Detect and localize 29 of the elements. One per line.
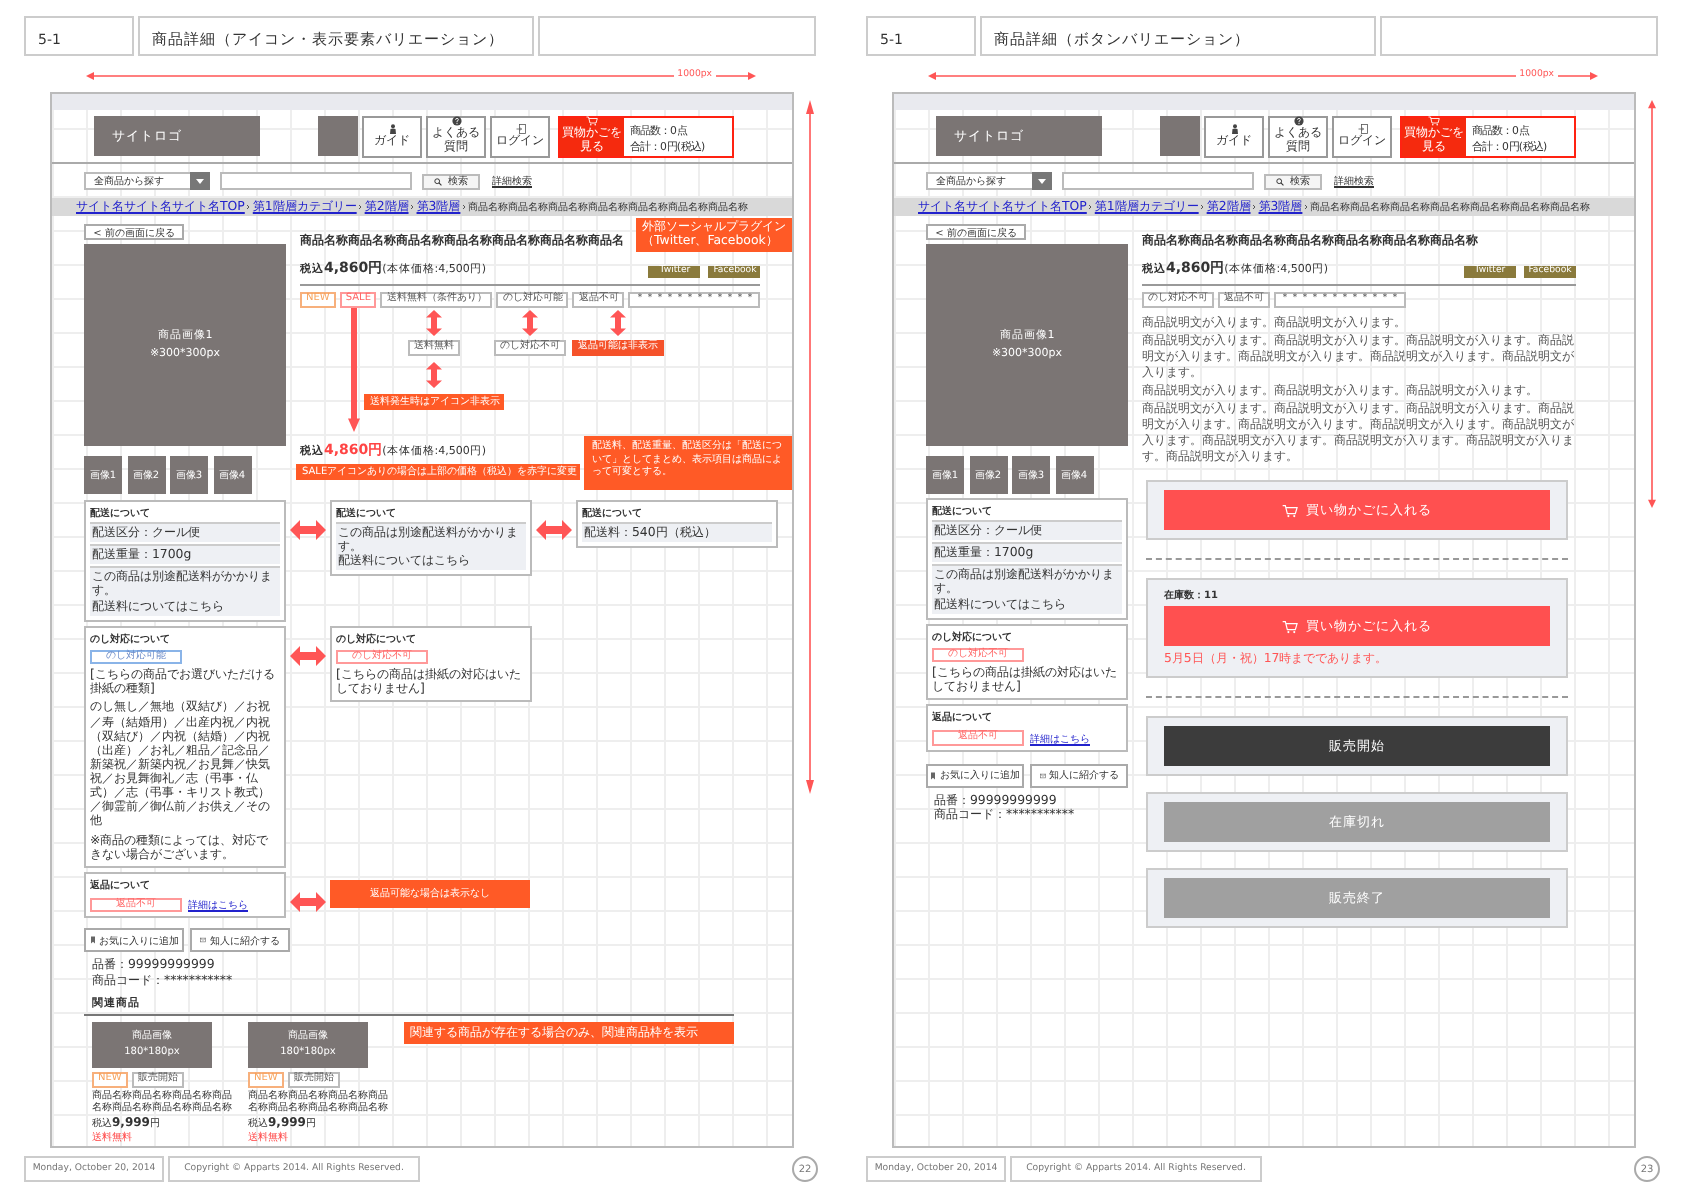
cart-icon (1282, 503, 1298, 518)
search-icon (1276, 177, 1284, 185)
double-headed-arrow (290, 520, 326, 540)
login-icon (1357, 123, 1367, 134)
search-field[interactable] (1062, 172, 1254, 190)
double-headed-arrow (290, 645, 326, 666)
double-headed-arrow (426, 362, 442, 388)
search-icon (434, 177, 442, 185)
bookmark-icon (89, 936, 95, 945)
double-headed-arrow (610, 310, 626, 336)
bookmark-icon (930, 771, 936, 780)
double-headed-arrow (426, 310, 442, 336)
person-icon (1229, 123, 1239, 134)
cart-icon (1282, 619, 1298, 634)
dropdown-icon (190, 172, 210, 190)
double-headed-arrow (522, 310, 538, 336)
down-arrow (348, 308, 360, 432)
double-headed-arrow (536, 520, 572, 540)
double-headed-arrow (290, 891, 326, 912)
mail-icon (200, 936, 206, 945)
login-icon (515, 123, 525, 134)
banner-placeholder (1160, 116, 1200, 156)
help-icon (451, 116, 461, 127)
help-icon (1293, 116, 1303, 127)
banner-placeholder (318, 116, 358, 156)
search-field[interactable] (220, 172, 412, 190)
person-icon (387, 123, 397, 134)
mail-icon (1039, 771, 1045, 780)
dropdown-icon (1032, 172, 1052, 190)
